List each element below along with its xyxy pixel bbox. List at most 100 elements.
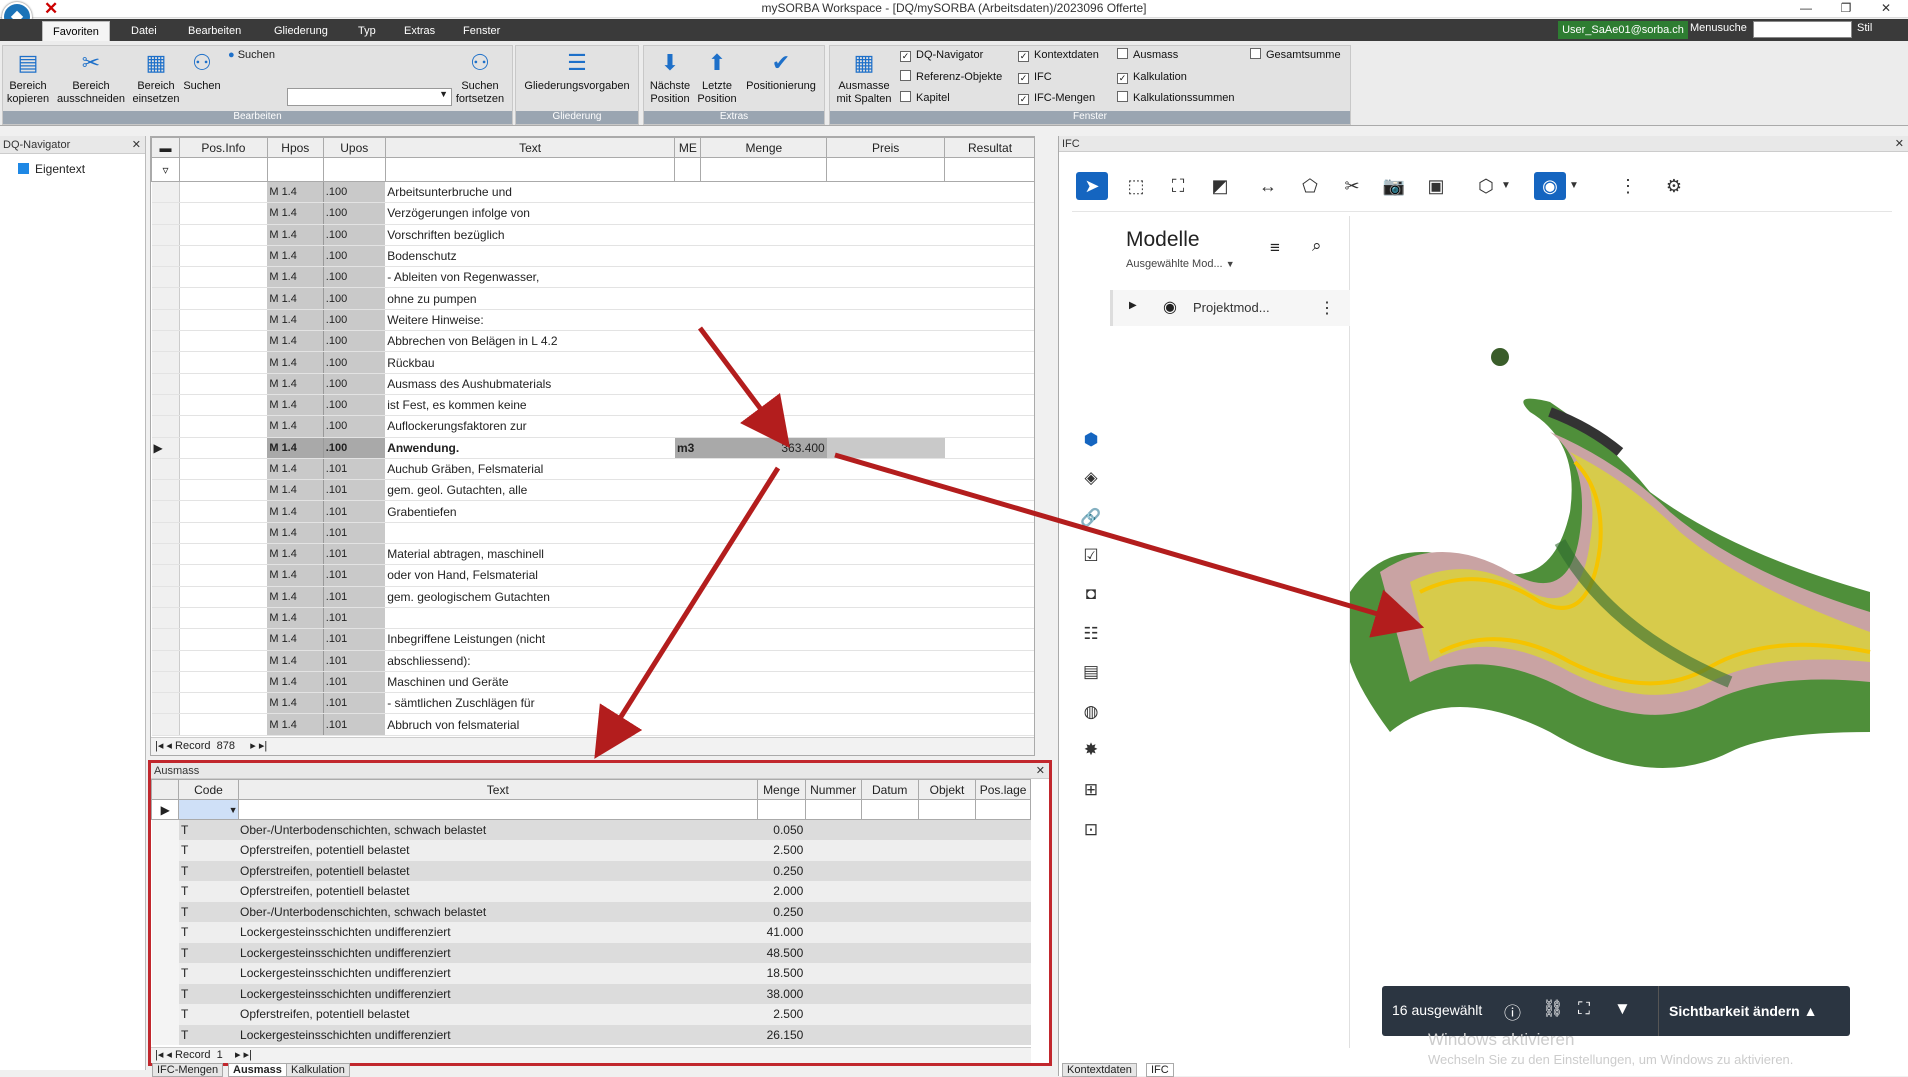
cell-poslage[interactable] — [975, 983, 1031, 1004]
letzte-position-button[interactable]: ⬆ Letzte Position — [694, 49, 740, 106]
cell-datum[interactable] — [861, 1004, 919, 1025]
grid-row[interactable]: M 1.4.101 Grabentiefen — [151, 500, 1034, 523]
grid-row[interactable]: M 1.4.101 — [151, 522, 1034, 545]
cell-text[interactable]: ist Fest, es kommen keine — [385, 394, 675, 417]
menusuche-input[interactable] — [1753, 21, 1852, 38]
tab-typ[interactable]: Typ — [348, 21, 386, 41]
cell-text[interactable]: Lockergesteinsschichten undifferenziert — [238, 1024, 758, 1045]
row-pointer[interactable] — [151, 607, 180, 630]
bereich-ausschneiden-button[interactable]: ✂ Bereich ausschneiden — [54, 49, 128, 106]
cell-me[interactable] — [674, 309, 701, 332]
positionierung-button[interactable]: ✔ Positionierung — [740, 49, 822, 93]
cell-datum[interactable] — [861, 881, 919, 902]
layers-icon[interactable]: ◈ — [1072, 468, 1110, 488]
row-pointer[interactable]: ▶ — [151, 437, 180, 459]
naechste-position-button[interactable]: ⬇ Nächste Position — [646, 49, 694, 106]
code-dropdown[interactable]: ▼ — [178, 799, 239, 820]
cell-text[interactable]: Grabentiefen — [385, 500, 675, 523]
grid-row[interactable]: M 1.4.101 abschliessend): — [151, 650, 1034, 672]
close-icon[interactable]: ✕ — [132, 136, 141, 154]
cell-text[interactable]: Anwendung. — [385, 437, 675, 459]
ausmass-row[interactable]: T Opferstreifen, potentiell belastet 2.500 — [151, 1004, 1031, 1025]
cell-hpos[interactable]: M 1.4 — [267, 607, 324, 630]
cell-objekt[interactable] — [918, 922, 976, 943]
cell-datum[interactable] — [861, 840, 919, 861]
cell-text[interactable]: Bodenschutz — [385, 245, 675, 268]
cell-preis[interactable] — [826, 266, 945, 289]
ausmass-row[interactable]: T Lockergesteinsschichten undifferenziert… — [151, 922, 1031, 943]
measure-icon[interactable]: ↔ — [1252, 172, 1284, 200]
row-pointer[interactable] — [151, 650, 180, 672]
cell-poslage[interactable] — [975, 819, 1031, 840]
checklist-icon[interactable]: ☑ — [1072, 546, 1110, 566]
cell-poslage[interactable] — [975, 1004, 1031, 1025]
cell-text[interactable]: Abbruch von felsmaterial — [385, 713, 675, 736]
cell-upos[interactable]: .101 — [323, 543, 386, 566]
header-objekt[interactable]: Objekt — [917, 779, 977, 800]
row-pointer[interactable] — [151, 564, 180, 587]
header-hpos[interactable]: Hpos — [266, 137, 324, 158]
cell-menge[interactable] — [700, 181, 827, 204]
cell-poslage[interactable] — [975, 1024, 1031, 1045]
cell-preis[interactable] — [826, 650, 945, 672]
cell-resultat[interactable] — [944, 458, 1034, 481]
cell-datum[interactable] — [861, 901, 919, 922]
cell-menge[interactable]: 2.500 — [757, 1004, 806, 1025]
modelle-filter-dropdown[interactable]: Ausgewählte Mod... ▼ — [1126, 258, 1235, 270]
check-ifc[interactable]: ✓ IFC — [1018, 69, 1052, 85]
cell-hpos[interactable]: M 1.4 — [267, 437, 324, 459]
ausmass-row[interactable]: T Opferstreifen, potentiell belastet 2.500 — [151, 840, 1031, 861]
cell-upos[interactable]: .100 — [323, 309, 386, 332]
cell-preis[interactable] — [826, 479, 945, 502]
more-vert-icon[interactable]: ⋮ — [1612, 172, 1644, 200]
row-pointer[interactable] — [151, 543, 180, 566]
row-pointer[interactable] — [151, 692, 180, 715]
grid-row[interactable]: M 1.4.100 Verzögerungen infolge von — [151, 202, 1034, 225]
cell-nummer[interactable] — [805, 1004, 862, 1025]
info-icon[interactable]: ⓘ — [1504, 999, 1521, 1024]
cell-poslage[interactable] — [975, 942, 1031, 963]
cell-menge[interactable] — [700, 522, 827, 545]
cell-posinfo[interactable] — [179, 415, 268, 438]
cell-resultat[interactable] — [944, 671, 1034, 694]
cell-upos[interactable]: .101 — [323, 586, 386, 608]
cell-datum[interactable] — [861, 942, 919, 963]
cell-posinfo[interactable] — [179, 266, 268, 289]
cell-hpos[interactable]: M 1.4 — [267, 415, 324, 438]
table-icon[interactable]: ▤ — [1072, 662, 1110, 682]
cell-upos[interactable]: .100 — [323, 351, 386, 374]
cell-text[interactable]: Maschinen und Geräte — [385, 671, 675, 694]
cell-resultat[interactable] — [944, 266, 1034, 289]
cell-text[interactable]: Auflockerungsfaktoren zur — [385, 415, 675, 438]
cell-me[interactable] — [674, 543, 701, 566]
cell-resultat[interactable] — [944, 394, 1034, 417]
cell-resultat[interactable] — [944, 330, 1034, 353]
check-referenz-objekte[interactable]: Referenz-Objekte — [900, 69, 1002, 85]
paint-bucket-icon[interactable]: ▼ — [1614, 999, 1631, 1019]
hierarchy-icon[interactable]: ⊞ — [1072, 780, 1110, 800]
cell-menge[interactable] — [700, 202, 827, 225]
header-text[interactable]: Text — [237, 779, 759, 800]
chevron-down-icon[interactable]: ▼ — [1498, 172, 1514, 200]
cell-text[interactable]: Lockergesteinsschichten undifferenziert — [238, 942, 758, 963]
cell-code[interactable]: T — [178, 881, 239, 902]
row-pointer[interactable] — [151, 586, 180, 608]
ausmass-row[interactable]: T Lockergesteinsschichten undifferenziert… — [151, 942, 1031, 963]
cell-posinfo[interactable] — [179, 458, 268, 481]
cell-me[interactable] — [674, 671, 701, 694]
cell-posinfo[interactable] — [179, 351, 268, 374]
header-posinfo[interactable]: Pos.Info — [178, 137, 268, 158]
cell-menge[interactable]: 0.250 — [757, 860, 806, 881]
cell-menge[interactable] — [700, 330, 827, 353]
cell-hpos[interactable]: M 1.4 — [267, 351, 324, 374]
check-dq-navigator[interactable]: ✓ DQ-Navigator — [900, 47, 983, 63]
cell-preis[interactable] — [826, 564, 945, 587]
sort-icon[interactable]: ≡ — [1270, 238, 1280, 258]
cell-hpos[interactable]: M 1.4 — [267, 692, 324, 715]
cell-text[interactable]: abschliessend): — [385, 650, 675, 672]
cell-resultat[interactable] — [944, 500, 1034, 523]
row-pointer[interactable] — [151, 245, 180, 268]
cell-text[interactable]: oder von Hand, Felsmaterial — [385, 564, 675, 587]
cell-preis[interactable] — [826, 628, 945, 651]
cell-hpos[interactable]: M 1.4 — [267, 266, 324, 289]
